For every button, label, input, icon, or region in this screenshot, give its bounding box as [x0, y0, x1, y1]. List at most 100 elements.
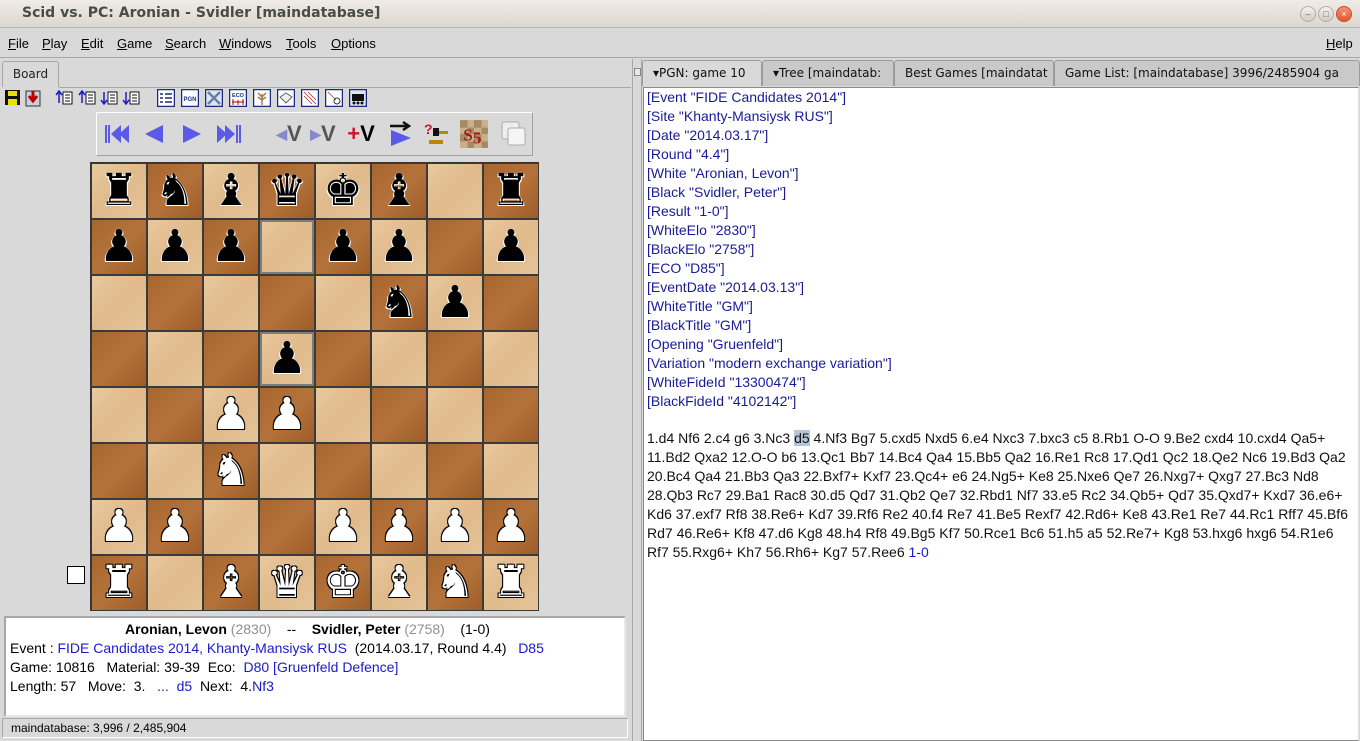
square-a8[interactable]: ♜: [91, 163, 147, 219]
next-game-icon[interactable]: [100, 89, 118, 107]
square-d7[interactable]: [259, 219, 315, 275]
menu-windows[interactable]: Windows: [219, 36, 272, 51]
minimize-button[interactable]: –: [1300, 6, 1316, 22]
square-d5[interactable]: ♟: [259, 331, 315, 387]
current-move-highlight[interactable]: d5: [794, 430, 810, 446]
square-f7[interactable]: ♟: [371, 219, 427, 275]
square-b3[interactable]: [147, 443, 203, 499]
square-c1[interactable]: ♝: [203, 555, 259, 611]
white-rook-icon[interactable]: ♜: [491, 561, 530, 605]
exit-variation-button[interactable]: ◀ V: [273, 119, 305, 149]
white-queen-icon[interactable]: ♛: [267, 561, 306, 605]
square-d1[interactable]: ♛: [259, 555, 315, 611]
square-g5[interactable]: [427, 331, 483, 387]
copy-board-button[interactable]: [499, 119, 529, 149]
square-g4[interactable]: [427, 387, 483, 443]
square-e4[interactable]: [315, 387, 371, 443]
square-f1[interactable]: ♝: [371, 555, 427, 611]
last-move-button[interactable]: [213, 119, 243, 149]
tab-best-games[interactable]: Best Games [maindatat: [894, 60, 1054, 86]
pgn-text[interactable]: [Event "FIDE Candidates 2014"] [Site "Kha…: [643, 87, 1359, 741]
open-book-icon[interactable]: [277, 89, 295, 107]
square-e8[interactable]: ♚: [315, 163, 371, 219]
black-bishop-icon[interactable]: ♝: [379, 169, 418, 213]
next-move-link[interactable]: Nf3: [252, 678, 274, 694]
white-knight-icon[interactable]: ♞: [435, 561, 474, 605]
black-knight-icon[interactable]: ♞: [155, 169, 194, 213]
square-d3[interactable]: [259, 443, 315, 499]
last-game-icon[interactable]: [122, 89, 140, 107]
menu-edit[interactable]: Edit: [81, 36, 103, 51]
next-move-button[interactable]: [179, 119, 205, 149]
square-g1[interactable]: ♞: [427, 555, 483, 611]
square-f5[interactable]: [371, 331, 427, 387]
pgn-moves[interactable]: 1.d4 Nf6 2.c4 g6 3.Nc3 d5 4.Nf3 Bg7 5.cx…: [647, 429, 1355, 562]
square-b8[interactable]: ♞: [147, 163, 203, 219]
square-b1[interactable]: [147, 555, 203, 611]
white-bishop-icon[interactable]: ♝: [379, 561, 418, 605]
black-rook-icon[interactable]: ♜: [491, 169, 530, 213]
hint-button[interactable]: ?: [421, 119, 451, 149]
current-move-link[interactable]: d5: [177, 678, 193, 694]
black-pawn-icon[interactable]: ♟: [435, 281, 474, 325]
tab-tree[interactable]: ▾Tree [maindatab:: [762, 60, 894, 86]
engine-icon[interactable]: [349, 89, 367, 107]
prev-move-button[interactable]: [141, 119, 167, 149]
first-game-icon[interactable]: [55, 89, 73, 107]
prev-game-icon[interactable]: [78, 89, 96, 107]
white-king-icon[interactable]: ♚: [323, 561, 362, 605]
black-pawn-icon[interactable]: ♟: [379, 225, 418, 269]
square-h7[interactable]: ♟: [483, 219, 539, 275]
black-knight-icon[interactable]: ♞: [379, 281, 418, 325]
menu-options[interactable]: Options: [331, 36, 376, 51]
menu-game[interactable]: Game: [117, 36, 152, 51]
black-pawn-icon[interactable]: ♟: [99, 225, 138, 269]
square-b2[interactable]: ♟: [147, 499, 203, 555]
white-player[interactable]: Aronian, Levon: [125, 621, 227, 637]
square-b6[interactable]: [147, 275, 203, 331]
gamelist-icon[interactable]: [157, 89, 175, 107]
square-c3[interactable]: ♞: [203, 443, 259, 499]
black-rook-icon[interactable]: ♜: [99, 169, 138, 213]
square-c2[interactable]: [203, 499, 259, 555]
autoplay-button[interactable]: [387, 119, 415, 149]
white-bishop-icon[interactable]: ♝: [211, 561, 250, 605]
square-e6[interactable]: [315, 275, 371, 331]
black-pawn-icon[interactable]: ♟: [211, 225, 250, 269]
square-b7[interactable]: ♟: [147, 219, 203, 275]
square-d8[interactable]: ♛: [259, 163, 315, 219]
black-pawn-icon[interactable]: ♟: [323, 225, 362, 269]
square-a7[interactable]: ♟: [91, 219, 147, 275]
tab-board[interactable]: Board: [2, 61, 59, 87]
tab-pgn[interactable]: ▾PGN: game 10: [642, 60, 762, 86]
white-knight-icon[interactable]: ♞: [211, 449, 250, 493]
square-g2[interactable]: ♟: [427, 499, 483, 555]
square-c8[interactable]: ♝: [203, 163, 259, 219]
menu-search[interactable]: Search: [165, 36, 206, 51]
first-move-button[interactable]: [103, 119, 133, 149]
square-c6[interactable]: [203, 275, 259, 331]
square-h4[interactable]: [483, 387, 539, 443]
pane-splitter[interactable]: [632, 59, 642, 741]
tools-icon[interactable]: [205, 89, 223, 107]
square-e5[interactable]: [315, 331, 371, 387]
square-b4[interactable]: [147, 387, 203, 443]
square-g6[interactable]: ♟: [427, 275, 483, 331]
menu-help[interactable]: Help: [1326, 36, 1353, 51]
square-f8[interactable]: ♝: [371, 163, 427, 219]
white-pawn-icon[interactable]: ♟: [155, 505, 194, 549]
white-pawn-icon[interactable]: ♟: [323, 505, 362, 549]
eco-code-link[interactable]: D85: [518, 640, 544, 656]
square-g7[interactable]: [427, 219, 483, 275]
square-e3[interactable]: [315, 443, 371, 499]
black-pawn-icon[interactable]: ♟: [491, 225, 530, 269]
white-pawn-icon[interactable]: ♟: [99, 505, 138, 549]
square-h6[interactable]: [483, 275, 539, 331]
black-pawn-icon[interactable]: ♟: [155, 225, 194, 269]
square-a2[interactable]: ♟: [91, 499, 147, 555]
square-a3[interactable]: [91, 443, 147, 499]
square-h5[interactable]: [483, 331, 539, 387]
square-d2[interactable]: [259, 499, 315, 555]
square-e7[interactable]: ♟: [315, 219, 371, 275]
save-as-icon[interactable]: [24, 89, 42, 107]
